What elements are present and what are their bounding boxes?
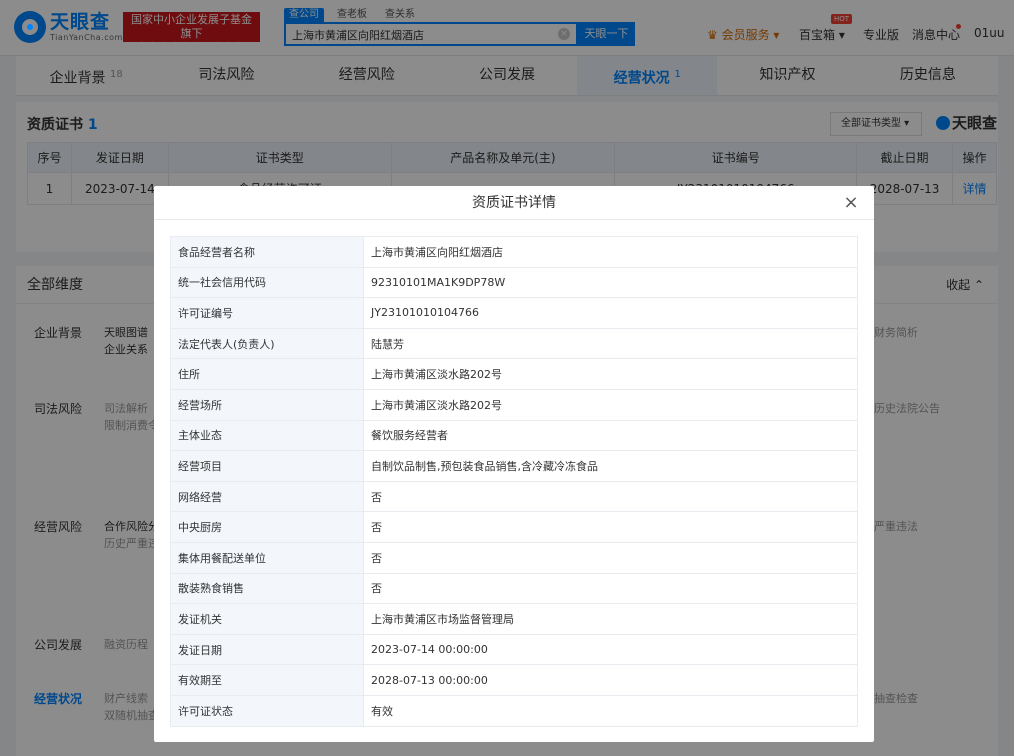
detail-row: 统一社会信用代码 92310101MA1K9DP78W bbox=[170, 266, 858, 299]
detail-key: 有效期至 bbox=[170, 664, 364, 696]
detail-key: 散装熟食销售 bbox=[170, 572, 364, 605]
detail-value: 92310101MA1K9DP78W bbox=[363, 266, 858, 299]
detail-value: 上海市黄浦区淡水路202号 bbox=[363, 388, 858, 421]
detail-value: 上海市黄浦区向阳红烟酒店 bbox=[363, 236, 858, 268]
modal-title: 资质证书详情 bbox=[154, 186, 874, 220]
detail-key: 经营项目 bbox=[170, 450, 364, 482]
detail-row: 许可证编号 JY23101010104766 bbox=[170, 297, 858, 329]
detail-key: 许可证编号 bbox=[170, 297, 364, 329]
detail-key: 网络经营 bbox=[170, 480, 364, 513]
detail-key: 统一社会信用代码 bbox=[170, 266, 364, 299]
detail-value: 2028-07-13 00:00:00 bbox=[363, 664, 858, 696]
detail-key: 主体业态 bbox=[170, 419, 364, 452]
close-icon[interactable]: × bbox=[842, 194, 860, 212]
detail-value: 有效 bbox=[363, 694, 858, 727]
detail-value: 否 bbox=[363, 480, 858, 513]
detail-value: 自制饮品制售,预包装食品销售,含冷藏冷冻食品 bbox=[363, 450, 858, 482]
detail-value: 上海市黄浦区淡水路202号 bbox=[363, 358, 858, 390]
detail-key: 经营场所 bbox=[170, 388, 364, 421]
detail-key: 发证日期 bbox=[170, 633, 364, 666]
detail-row: 食品经营者名称 上海市黄浦区向阳红烟酒店 bbox=[170, 236, 858, 268]
detail-row: 许可证状态 有效 bbox=[170, 694, 858, 727]
detail-row: 法定代表人(负责人) 陆慧芳 bbox=[170, 327, 858, 360]
detail-key: 集体用餐配送单位 bbox=[170, 541, 364, 574]
detail-row: 发证机关 上海市黄浦区市场监督管理局 bbox=[170, 603, 858, 635]
detail-value: 2023-07-14 00:00:00 bbox=[363, 633, 858, 666]
detail-row: 发证日期 2023-07-14 00:00:00 bbox=[170, 633, 858, 666]
cert-detail-modal: 资质证书详情 × 食品经营者名称 上海市黄浦区向阳红烟酒店 统一社会信用代码 9231… bbox=[154, 186, 874, 742]
detail-row: 住所 上海市黄浦区淡水路202号 bbox=[170, 358, 858, 390]
detail-row: 有效期至 2028-07-13 00:00:00 bbox=[170, 664, 858, 696]
detail-value: 否 bbox=[363, 572, 858, 605]
detail-value: 陆慧芳 bbox=[363, 327, 858, 360]
detail-value: 上海市黄浦区市场监督管理局 bbox=[363, 603, 858, 635]
detail-row: 网络经营否 bbox=[170, 480, 858, 513]
detail-key: 食品经营者名称 bbox=[170, 236, 364, 268]
detail-key: 住所 bbox=[170, 358, 364, 390]
detail-table: 食品经营者名称 上海市黄浦区向阳红烟酒店 统一社会信用代码 92310101MA1K9… bbox=[170, 236, 858, 727]
detail-row: 集体用餐配送单位否 bbox=[170, 541, 858, 574]
detail-value: 否 bbox=[363, 541, 858, 574]
detail-row: 主体业态 餐饮服务经营者 bbox=[170, 419, 858, 452]
detail-key: 许可证状态 bbox=[170, 694, 364, 727]
detail-row: 散装熟食销售否 bbox=[170, 572, 858, 605]
detail-value: 餐饮服务经营者 bbox=[363, 419, 858, 452]
detail-row: 中央厨房否 bbox=[170, 511, 858, 543]
detail-key: 法定代表人(负责人) bbox=[170, 327, 364, 360]
detail-value: JY23101010104766 bbox=[363, 297, 858, 329]
detail-key: 中央厨房 bbox=[170, 511, 364, 543]
detail-value: 否 bbox=[363, 511, 858, 543]
detail-row: 经营场所 上海市黄浦区淡水路202号 bbox=[170, 388, 858, 421]
detail-row: 经营项目 自制饮品制售,预包装食品销售,含冷藏冷冻食品 bbox=[170, 450, 858, 482]
detail-key: 发证机关 bbox=[170, 603, 364, 635]
